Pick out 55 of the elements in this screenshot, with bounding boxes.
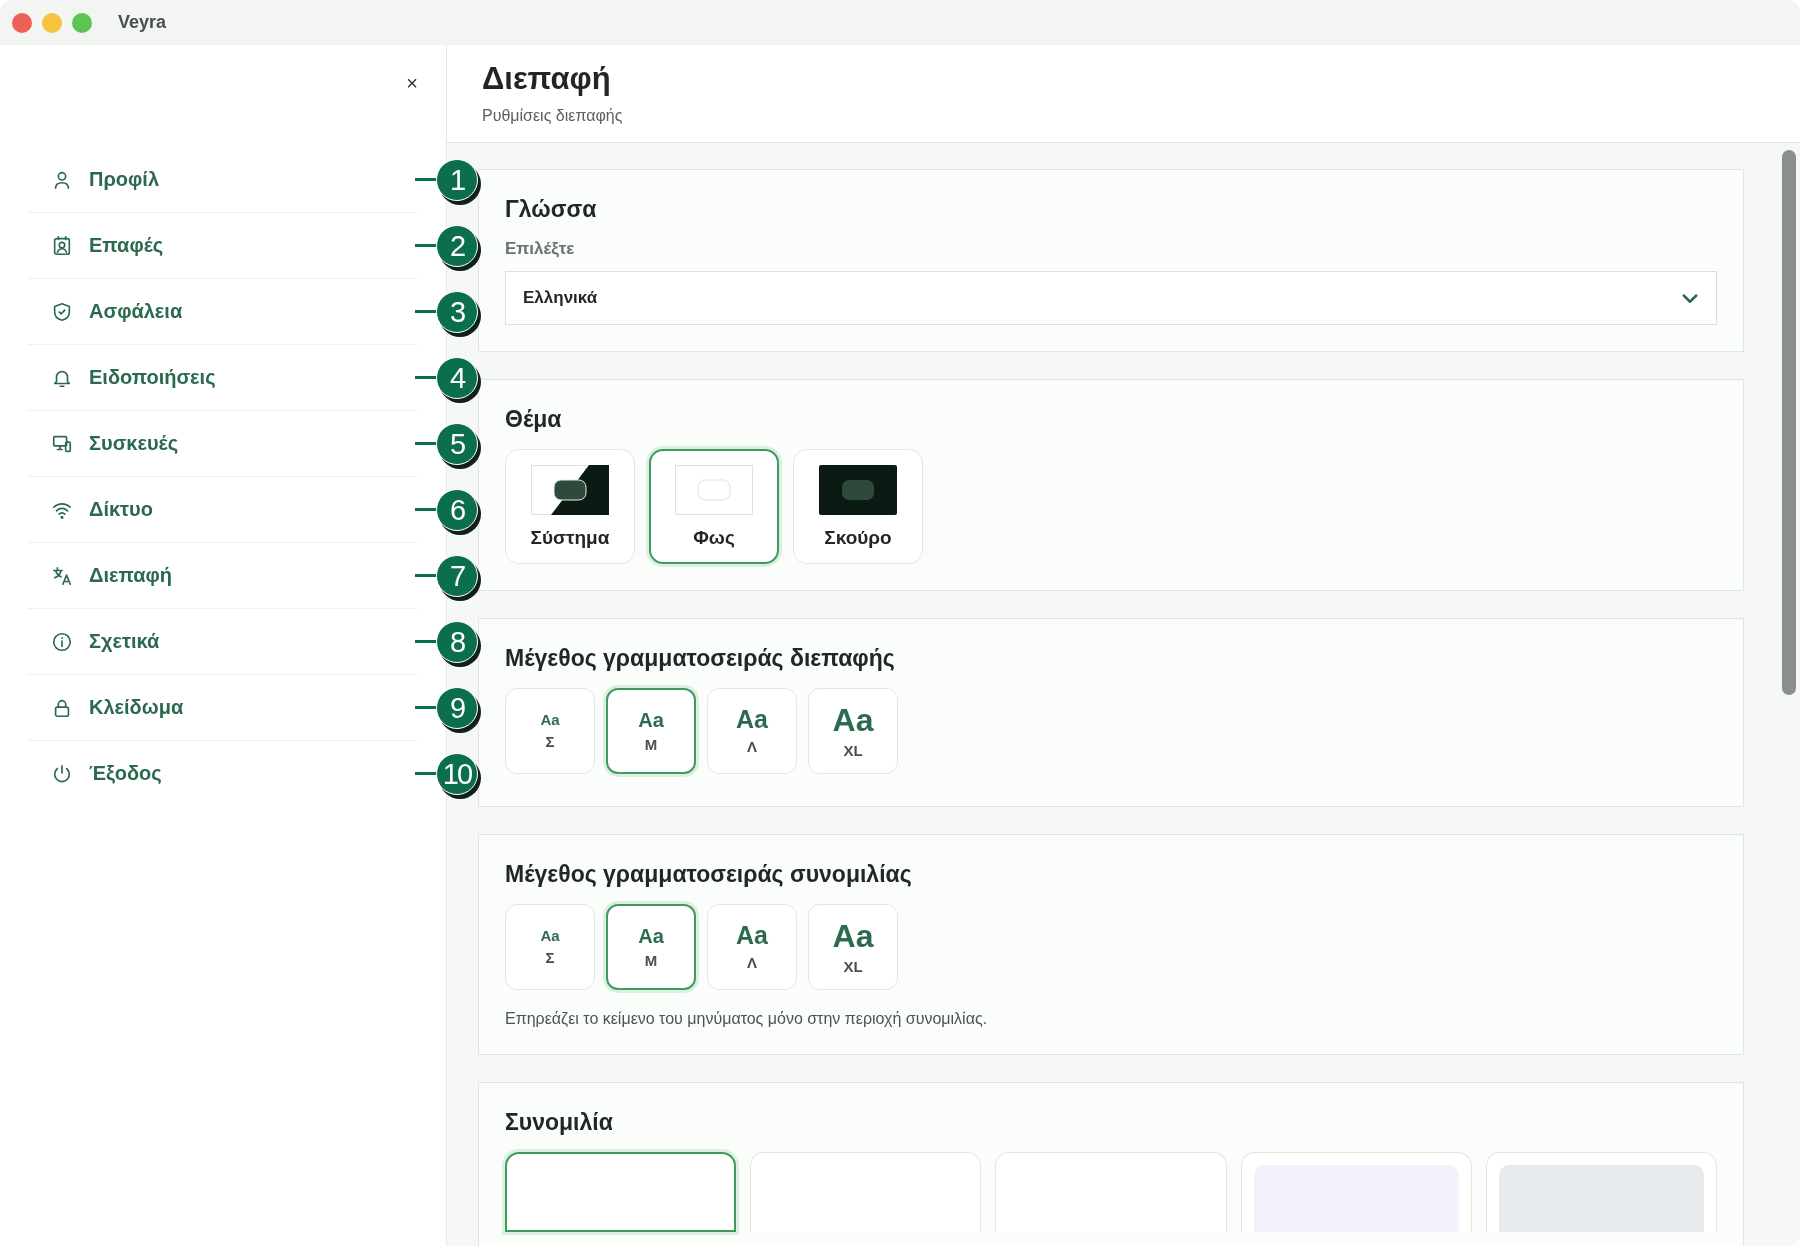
- section-title: Συνομιλία: [505, 1109, 614, 1136]
- leader-line: [415, 178, 439, 181]
- theme-option[interactable]: Φως: [649, 449, 779, 564]
- font-size-option[interactable]: Aa Μ: [606, 904, 696, 990]
- shield-check-icon: [51, 300, 73, 323]
- sidebar-item[interactable]: Δίκτυο: [27, 489, 153, 530]
- sidebar-item[interactable]: Ασφάλεια: [27, 291, 183, 332]
- language-select[interactable]: Ελληνικά: [505, 271, 1717, 325]
- theme-option[interactable]: Σκούρο: [793, 449, 923, 564]
- close-window-button[interactable]: [12, 12, 32, 33]
- theme-preview-icon: [819, 464, 897, 515]
- section-title: Θέμα: [505, 406, 563, 433]
- leader-line: [415, 640, 439, 643]
- leader-line: [415, 244, 439, 247]
- leader-line: [415, 442, 439, 445]
- sidebar-item[interactable]: Συσκευές: [27, 423, 179, 464]
- contact-card-icon: [51, 234, 73, 257]
- info-icon: [51, 630, 73, 653]
- font-size-option[interactable]: Aa XL: [808, 688, 898, 774]
- theme-option[interactable]: Σύστημα: [505, 449, 635, 564]
- field-label: Επιλέξτε: [505, 239, 576, 259]
- translate-icon: [51, 564, 73, 587]
- font-size-option[interactable]: Aa Σ: [505, 904, 595, 990]
- zoom-window-button[interactable]: [72, 12, 92, 33]
- power-icon: [51, 762, 73, 785]
- font-size-option[interactable]: Aa Λ: [707, 904, 797, 990]
- font-size-option[interactable]: Aa Μ: [606, 688, 696, 774]
- leader-line: [415, 574, 439, 577]
- leader-line: [415, 772, 439, 775]
- chat-style-option[interactable]: [505, 1152, 737, 1232]
- sidebar-item[interactable]: Σχετικά: [27, 621, 160, 662]
- close-button[interactable]: ×: [406, 71, 418, 95]
- font-size-option[interactable]: Aa XL: [808, 904, 898, 990]
- help-text: Επηρεάζει το κείμενο του μηνύματος μόνο στην περιοχή συνομιλίας.: [505, 1010, 989, 1028]
- theme-preview-icon: [531, 464, 609, 515]
- section-title: Μέγεθος γραμματοσειράς διεπαφής: [505, 645, 896, 672]
- sidebar-item[interactable]: Έξοδος: [27, 753, 162, 794]
- leader-line: [415, 310, 439, 313]
- window-title: Veyra: [118, 12, 167, 33]
- sidebar-item[interactable]: Επαφές: [27, 225, 164, 266]
- minimize-window-button[interactable]: [42, 12, 62, 33]
- font-size-option[interactable]: Aa Λ: [707, 688, 797, 774]
- leader-line: [415, 376, 439, 379]
- sidebar-item[interactable]: Προφίλ: [27, 159, 160, 200]
- font-size-option[interactable]: Aa Σ: [505, 688, 595, 774]
- page-title: Διεπαφή: [482, 61, 612, 97]
- page-subtitle: Ρυθμίσεις διεπαφής: [482, 107, 624, 125]
- sidebar-item[interactable]: Ειδοποιήσεις: [27, 357, 216, 398]
- section-title: Μέγεθος γραμματοσειράς συνομιλίας: [505, 861, 913, 888]
- sidebar-item[interactable]: Κλείδωμα: [27, 687, 184, 728]
- leader-line: [415, 706, 439, 709]
- leader-line: [415, 508, 439, 511]
- section-title: Γλώσσα: [505, 196, 598, 223]
- theme-preview-icon: [675, 464, 753, 515]
- sidebar-item[interactable]: Διεπαφή: [27, 555, 172, 596]
